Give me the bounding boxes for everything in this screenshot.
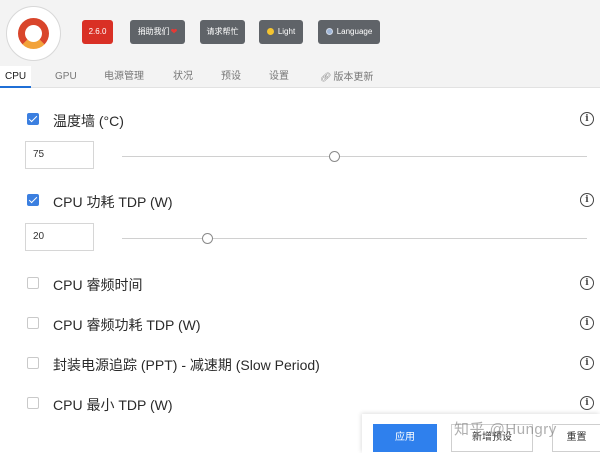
theme-toggle-button[interactable]: Light — [259, 20, 303, 44]
tab-gpu[interactable]: GPU — [55, 66, 77, 88]
cpu-tdp-checkbox[interactable] — [27, 194, 39, 206]
setting-boost-time: CPU 睿频时间 i — [0, 272, 600, 296]
logo-ring-accent — [18, 18, 49, 49]
ppt-slow-checkbox[interactable] — [27, 357, 39, 369]
info-icon[interactable]: i — [580, 112, 594, 126]
temp-limit-slider-thumb[interactable] — [329, 151, 340, 162]
info-icon[interactable]: i — [580, 276, 594, 290]
cpu-tdp-slider-track[interactable] — [122, 238, 587, 239]
help-button[interactable]: 请求帮忙 — [200, 20, 245, 44]
boost-tdp-checkbox[interactable] — [27, 317, 39, 329]
cpu-tdp-input[interactable]: 20 — [25, 223, 94, 251]
setting-ppt-slow: 封装电源追踪 (PPT) - 减速期 (Slow Period) i — [0, 352, 600, 376]
tab-power[interactable]: 电源管理 — [104, 66, 144, 88]
temp-limit-slider-track[interactable] — [122, 156, 587, 157]
tab-settings[interactable]: 设置 — [269, 66, 289, 88]
donate-label: 捐助我们 — [137, 27, 170, 36]
info-icon[interactable]: i — [580, 193, 594, 207]
app-header: 2.6.0 捐助我们❤ 请求帮忙 Light Language — [0, 0, 600, 66]
info-icon[interactable]: i — [580, 356, 594, 370]
setting-min-tdp: CPU 最小 TDP (W) i — [0, 392, 600, 416]
tab-updates-label: 版本更新 — [333, 72, 374, 83]
globe-icon — [325, 28, 333, 35]
tab-presets[interactable]: 预设 — [221, 66, 241, 88]
heart-icon: ❤ — [170, 27, 178, 36]
temp-limit-label: 温度墙 (°C) — [53, 113, 124, 129]
donate-button[interactable]: 捐助我们❤ — [130, 20, 185, 44]
tab-status[interactable]: 状况 — [173, 66, 193, 88]
info-icon[interactable]: i — [580, 316, 594, 330]
theme-label: Light — [277, 27, 296, 36]
version-button[interactable]: 2.6.0 — [82, 20, 113, 44]
info-icon[interactable]: i — [580, 396, 594, 410]
sun-icon — [266, 28, 274, 35]
watermark: 知乎 @Hungry — [454, 421, 557, 438]
reset-button[interactable]: 重置 — [552, 424, 600, 452]
setting-boost-tdp: CPU 睿频功耗 TDP (W) i — [0, 312, 600, 336]
boost-time-checkbox[interactable] — [27, 277, 39, 289]
apply-button[interactable]: 应用 — [373, 424, 437, 452]
boost-tdp-label: CPU 睿频功耗 TDP (W) — [53, 317, 201, 333]
cpu-tdp-label: CPU 功耗 TDP (W) — [53, 194, 173, 210]
boost-time-label: CPU 睿频时间 — [53, 277, 143, 293]
setting-cpu-tdp: CPU 功耗 TDP (W) i — [0, 189, 600, 213]
cpu-tdp-slider-thumb[interactable] — [202, 233, 213, 244]
app-logo — [6, 6, 61, 61]
link-icon: 🔗︎ — [320, 72, 332, 82]
setting-temp-limit: 温度墙 (°C) i — [0, 108, 600, 132]
temp-limit-input[interactable]: 75 — [25, 141, 94, 169]
tab-updates[interactable]: 🔗︎ 版本更新 — [320, 66, 373, 88]
tab-bar: CPU GPU 电源管理 状况 预设 设置 🔗︎ 版本更新 — [0, 66, 600, 88]
temp-limit-checkbox[interactable] — [27, 113, 39, 125]
language-button[interactable]: Language — [318, 20, 380, 44]
language-label: Language — [336, 27, 373, 36]
tab-cpu[interactable]: CPU — [0, 66, 32, 88]
min-tdp-checkbox[interactable] — [27, 397, 39, 409]
ppt-slow-label: 封装电源追踪 (PPT) - 减速期 (Slow Period) — [53, 357, 320, 373]
min-tdp-label: CPU 最小 TDP (W) — [53, 397, 173, 413]
